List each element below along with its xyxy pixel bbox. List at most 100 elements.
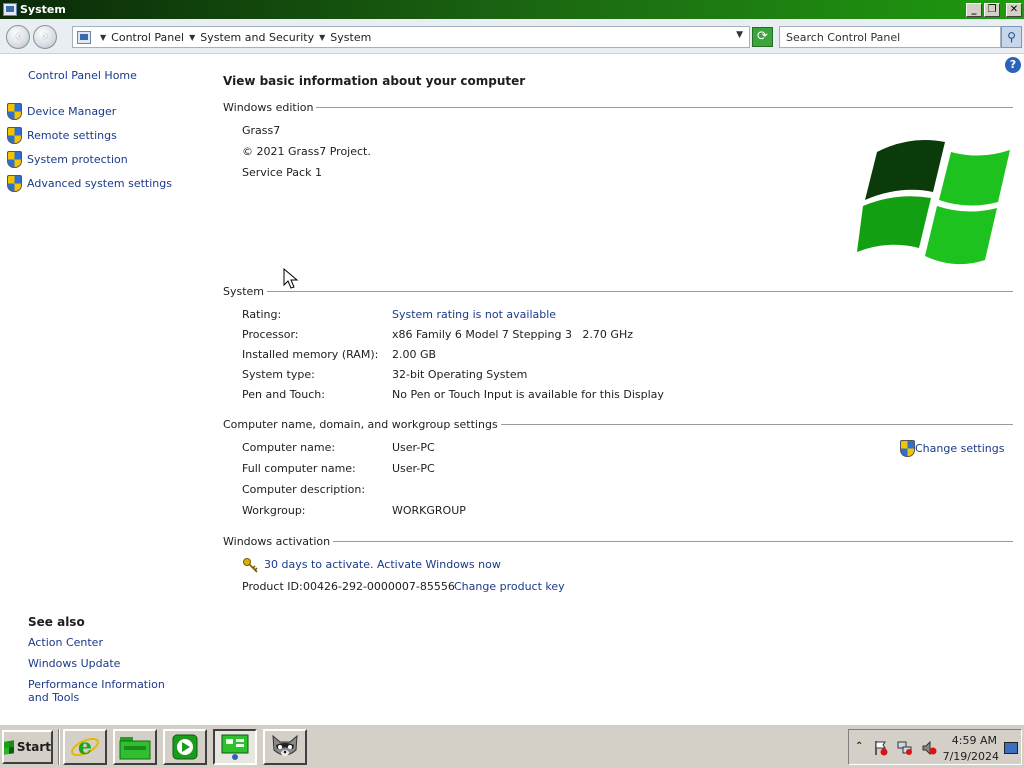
edition-name: Grass7: [242, 124, 281, 137]
internet-explorer-icon: e: [71, 734, 99, 760]
uac-shield-icon: [899, 440, 915, 457]
sidebar-item-label[interactable]: System protection: [27, 153, 128, 166]
sidebar-item-advanced-system-settings[interactable]: Advanced system settings: [6, 175, 172, 192]
breadcrumb-system-and-security[interactable]: System and Security: [200, 31, 314, 44]
close-button[interactable]: ✕: [1006, 2, 1022, 17]
change-settings-button[interactable]: Change settings: [899, 440, 1004, 457]
sidebar-item-label[interactable]: Remote settings: [27, 129, 117, 142]
section-windows-activation: Windows activation: [223, 535, 1013, 548]
refresh-button[interactable]: ⟳: [752, 27, 773, 47]
windows-flag-icon: [4, 739, 14, 755]
breadcrumb-control-panel[interactable]: Control Panel: [111, 31, 184, 44]
uac-shield-icon: [6, 127, 22, 144]
address-dropdown-icon[interactable]: ▼: [736, 30, 743, 40]
section-heading: Windows edition: [223, 101, 314, 114]
media-player-icon: [172, 734, 198, 760]
pen-touch-value: No Pen or Touch Input is available for t…: [392, 388, 664, 401]
sidebar-item-remote-settings[interactable]: Remote settings: [6, 127, 117, 144]
computer-description-label: Computer description:: [242, 483, 366, 496]
sidebar: Control Panel Home Device Manager Remote…: [0, 55, 210, 725]
system-type-label: System type:: [242, 368, 315, 381]
see-also-action-center[interactable]: Action Center: [28, 636, 103, 649]
processor-label: Processor:: [242, 328, 299, 341]
section-computer-name: Computer name, domain, and workgroup set…: [223, 418, 1013, 431]
key-icon: [243, 558, 258, 573]
see-also-heading: See also: [28, 615, 85, 629]
start-button[interactable]: Start: [2, 730, 53, 764]
show-desktop-icon[interactable]: [1004, 742, 1018, 754]
window-controls: _ ❐ ✕: [966, 2, 1022, 17]
windows-logo: [857, 139, 1010, 265]
breadcrumb[interactable]: ▼ Control Panel ▼ System and Security ▼ …: [72, 26, 750, 48]
back-button[interactable]: ‹: [6, 25, 30, 49]
taskbar-raccoon-app[interactable]: [263, 729, 307, 765]
sidebar-item-label[interactable]: Device Manager: [27, 105, 116, 118]
taskbar-internet-explorer[interactable]: e: [63, 729, 107, 765]
computer-name-label: Computer name:: [242, 441, 336, 454]
edition-service-pack: Service Pack 1: [242, 166, 322, 179]
sidebar-item-device-manager[interactable]: Device Manager: [6, 103, 116, 120]
page-title: View basic information about your comput…: [223, 74, 526, 88]
mouse-cursor-icon: [283, 268, 299, 289]
taskbar: Start e ⌃ 4:59 AM 7/19/2024: [0, 724, 1024, 768]
control-panel-icon: [77, 30, 91, 44]
rating-value-link[interactable]: System rating is not available: [392, 308, 556, 321]
chevron-down-icon[interactable]: ▼: [319, 33, 325, 42]
window-title: System: [20, 3, 66, 16]
processor-value: x86 Family 6 Model 7 Stepping 3 2.70 GHz: [392, 328, 633, 341]
section-heading: System: [223, 285, 265, 298]
memory-value: 2.00 GB: [392, 348, 437, 361]
search-input[interactable]: Search Control Panel: [779, 26, 1001, 48]
workgroup-value: WORKGROUP: [392, 504, 466, 517]
file-explorer-icon: [119, 737, 151, 760]
breadcrumb-system[interactable]: System: [330, 31, 371, 44]
volume-icon[interactable]: [921, 740, 937, 756]
section-windows-edition: Windows edition: [223, 101, 1013, 114]
chevron-down-icon[interactable]: ▼: [189, 33, 195, 42]
uac-shield-icon: [6, 103, 22, 120]
svg-text:e: e: [78, 734, 92, 760]
see-also-performance-information[interactable]: Performance Information and Tools: [28, 678, 188, 704]
clock-date[interactable]: 7/19/2024: [941, 750, 999, 763]
taskbar-media-player[interactable]: [163, 729, 207, 765]
raccoon-app-icon: [272, 734, 298, 756]
section-heading: Computer name, domain, and workgroup set…: [223, 418, 498, 431]
change-settings-link[interactable]: Change settings: [915, 442, 1004, 455]
activate-windows-link[interactable]: 30 days to activate. Activate Windows no…: [264, 558, 501, 571]
full-computer-name-value: User-PC: [392, 462, 435, 475]
system-tray: ⌃ 4:59 AM 7/19/2024: [848, 729, 1022, 765]
search-icon[interactable]: ⚲: [1001, 26, 1022, 48]
address-bar: ‹ › ▼ Control Panel ▼ System and Securit…: [0, 19, 1024, 54]
uac-shield-icon: [6, 175, 22, 192]
pen-touch-label: Pen and Touch:: [242, 388, 325, 401]
taskbar-file-explorer[interactable]: [113, 729, 157, 765]
forward-button[interactable]: ›: [33, 25, 57, 49]
sidebar-item-label[interactable]: Advanced system settings: [27, 177, 172, 190]
start-label: Start: [16, 740, 51, 754]
taskbar-control-panel[interactable]: [213, 729, 257, 765]
chevron-down-icon[interactable]: ▼: [100, 33, 106, 42]
help-icon[interactable]: ?: [1005, 57, 1021, 73]
action-center-flag-icon[interactable]: [873, 740, 889, 756]
sidebar-item-system-protection[interactable]: System protection: [6, 151, 128, 168]
taskbar-divider: [58, 729, 60, 765]
sidebar-control-panel-home[interactable]: Control Panel Home: [28, 69, 137, 82]
see-also-windows-update[interactable]: Windows Update: [28, 657, 120, 670]
network-icon[interactable]: [897, 740, 913, 756]
section-heading: Windows activation: [223, 535, 331, 548]
product-id-label: Product ID:: [242, 580, 303, 593]
clock-time[interactable]: 4:59 AM: [951, 734, 997, 747]
computer-name-value: User-PC: [392, 441, 435, 454]
control-panel-icon: [221, 734, 249, 760]
workgroup-label: Workgroup:: [242, 504, 306, 517]
section-system: System: [223, 285, 1013, 298]
restore-button[interactable]: ❐: [984, 2, 1000, 17]
memory-label: Installed memory (RAM):: [242, 348, 379, 361]
title-bar: System _ ❐ ✕: [0, 0, 1024, 19]
uac-shield-icon: [6, 151, 22, 168]
change-product-key-link[interactable]: Change product key: [454, 580, 565, 593]
system-app-icon: [3, 3, 17, 16]
minimize-button[interactable]: _: [966, 2, 982, 17]
system-type-value: 32-bit Operating System: [392, 368, 528, 381]
show-hidden-icons-icon[interactable]: ⌃: [855, 741, 863, 752]
